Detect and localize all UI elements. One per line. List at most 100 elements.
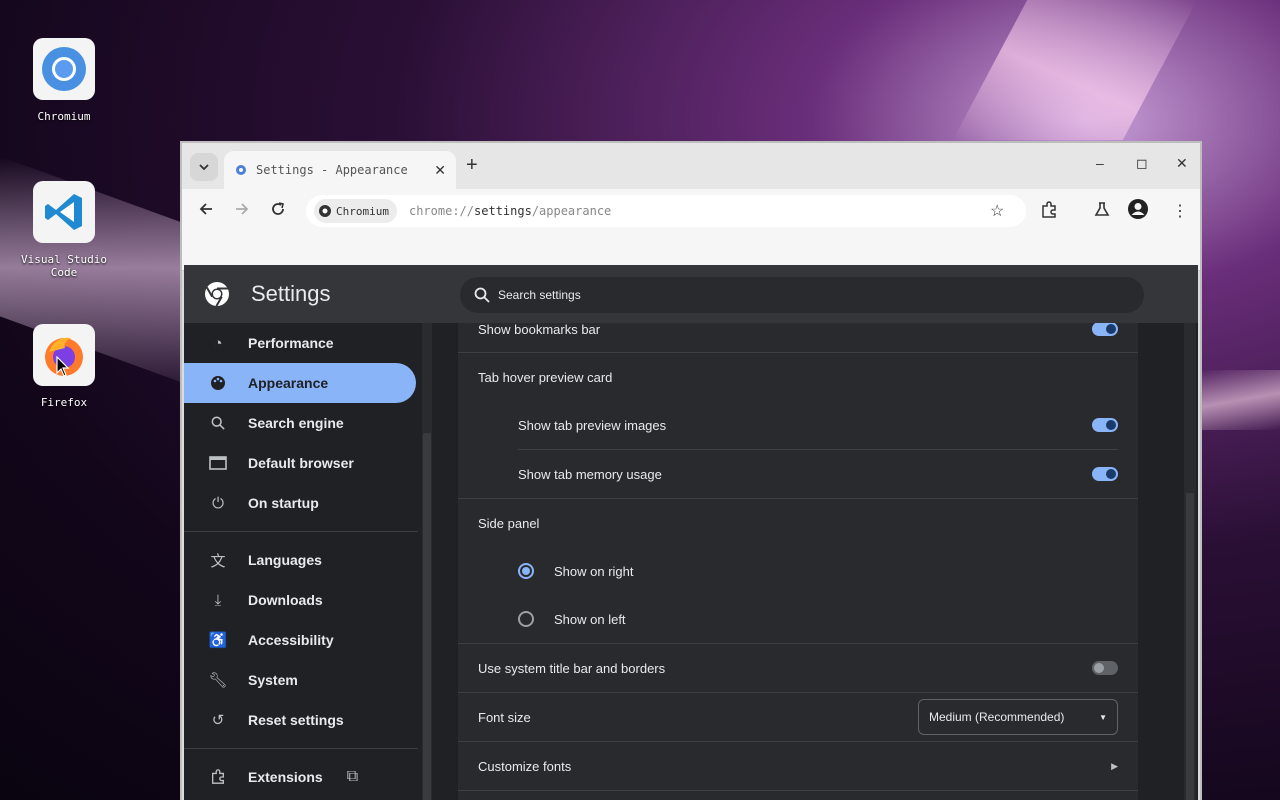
sidebar-item-search-engine[interactable]: Search engine bbox=[184, 403, 416, 443]
desktop-icon-vscode[interactable]: Visual Studio Code bbox=[14, 181, 114, 279]
extensions-icon[interactable] bbox=[1040, 201, 1058, 224]
sidebar-item-downloads[interactable]: ⤓ Downloads bbox=[184, 580, 416, 620]
forward-button[interactable] bbox=[234, 201, 250, 222]
show-tab-preview-images-row[interactable]: Show tab preview images bbox=[458, 401, 1138, 449]
system-title-bar-row[interactable]: Use system title bar and borders bbox=[458, 644, 1138, 692]
radio-label: Show on right bbox=[554, 563, 634, 579]
palette-icon bbox=[208, 375, 228, 391]
sidebar-item-reset-settings[interactable]: ↺ Reset settings bbox=[184, 700, 416, 740]
labs-flask-icon[interactable] bbox=[1094, 201, 1110, 222]
site-chip[interactable]: Chromium bbox=[314, 199, 397, 223]
new-tab-button[interactable]: + bbox=[466, 154, 478, 177]
sidebar-scrollbar[interactable] bbox=[422, 323, 432, 800]
speedometer-icon: ◔ bbox=[213, 334, 223, 352]
toolbar: Chromium chrome://settings/appearance ☆ … bbox=[182, 189, 1200, 233]
setting-label: Font size bbox=[478, 709, 531, 725]
reload-button[interactable] bbox=[270, 201, 286, 222]
close-window-button[interactable]: ✕ bbox=[1176, 155, 1188, 172]
url-text[interactable]: chrome://settings/appearance bbox=[409, 204, 611, 218]
maximize-button[interactable]: ◻ bbox=[1136, 155, 1148, 172]
url-host: settings bbox=[474, 204, 532, 218]
scrollbar-thumb[interactable] bbox=[423, 433, 431, 800]
tab-title: Settings - Appearance bbox=[256, 163, 408, 177]
show-on-left-option[interactable]: Show on left bbox=[458, 595, 1138, 643]
setting-label: Use system title bar and borders bbox=[478, 660, 666, 676]
accessibility-icon: ♿ bbox=[208, 632, 228, 649]
browser-window: Settings - Appearance ✕ + – ◻ ✕ Chromium… bbox=[180, 141, 1202, 800]
sidebar-item-label: On startup bbox=[248, 495, 319, 511]
customize-fonts-row[interactable]: Customize fonts ▶ bbox=[458, 742, 1138, 790]
show-on-right-radio[interactable] bbox=[518, 563, 534, 579]
site-chip-label: Chromium bbox=[336, 204, 389, 218]
puzzle-icon bbox=[1042, 201, 1056, 218]
sidebar-item-label: System bbox=[248, 672, 298, 688]
sidebar-item-on-startup[interactable]: ⏻ On startup bbox=[184, 483, 416, 523]
section-label: Side panel bbox=[478, 515, 540, 531]
gear-icon bbox=[236, 165, 246, 175]
settings-sidebar: ◔ Performance Appearance Search engine D… bbox=[184, 323, 432, 800]
sidebar-item-performance[interactable]: ◔ Performance bbox=[184, 323, 416, 363]
search-settings-input[interactable]: Search settings bbox=[460, 277, 1144, 313]
desktop-icon-label: Chromium bbox=[37, 110, 91, 123]
sidebar-item-extensions[interactable]: Extensions ⧉ bbox=[184, 757, 416, 797]
radio-label: Show on left bbox=[554, 611, 626, 627]
flask-icon bbox=[1094, 202, 1110, 216]
show-tab-memory-usage-toggle[interactable] bbox=[1092, 467, 1118, 481]
show-bookmarks-bar-row[interactable]: Show bookmarks bar bbox=[458, 323, 1138, 353]
sidebar-item-label: Accessibility bbox=[248, 632, 334, 648]
settings-header: Settings Search settings bbox=[184, 265, 1198, 323]
section-label: Tab hover preview card bbox=[478, 369, 613, 385]
search-icon bbox=[474, 287, 490, 303]
tab-settings-appearance[interactable]: Settings - Appearance ✕ bbox=[224, 151, 456, 189]
power-icon: ⏻ bbox=[212, 494, 224, 512]
show-tab-memory-usage-row[interactable]: Show tab memory usage bbox=[458, 450, 1138, 498]
chromium-logo-icon bbox=[319, 205, 331, 217]
dropdown-arrow-icon: ▼ bbox=[1099, 712, 1107, 722]
chevron-down-icon bbox=[199, 164, 209, 170]
search-icon bbox=[208, 416, 228, 430]
desktop-icon-label: Firefox bbox=[40, 396, 88, 409]
vscode-icon bbox=[33, 181, 95, 243]
sidebar-item-label: Performance bbox=[248, 335, 334, 351]
bookmark-star-icon[interactable]: ☆ bbox=[990, 201, 1004, 221]
setting-label: Show bookmarks bar bbox=[478, 323, 601, 337]
settings-page: Settings Search settings ◔ Performance A… bbox=[184, 265, 1198, 800]
chevron-right-icon: ▶ bbox=[1111, 760, 1118, 771]
sidebar-item-appearance[interactable]: Appearance bbox=[184, 363, 416, 403]
content-scrollbar[interactable] bbox=[1184, 323, 1196, 800]
browser-window-icon bbox=[208, 456, 228, 470]
sidebar-item-languages[interactable]: 文 Languages bbox=[184, 540, 416, 580]
puzzle-icon bbox=[208, 769, 228, 785]
close-tab-icon[interactable]: ✕ bbox=[434, 162, 446, 179]
sidebar-item-label: Downloads bbox=[248, 592, 323, 608]
profile-avatar-icon[interactable] bbox=[1128, 199, 1148, 224]
show-bookmarks-bar-toggle[interactable] bbox=[1092, 323, 1118, 336]
tab-hover-preview-header: Tab hover preview card bbox=[458, 353, 1138, 401]
desktop-icon-chromium[interactable]: Chromium bbox=[14, 38, 114, 123]
wallpaper-streak bbox=[952, 0, 1198, 140]
sidebar-item-label: Search engine bbox=[248, 415, 344, 431]
search-placeholder: Search settings bbox=[498, 288, 581, 302]
minimize-button[interactable]: – bbox=[1096, 155, 1104, 171]
show-tab-preview-images-toggle[interactable] bbox=[1092, 418, 1118, 432]
sidebar-item-accessibility[interactable]: ♿ Accessibility bbox=[184, 620, 416, 660]
sidebar-item-system[interactable]: 🔧︎ System bbox=[184, 660, 416, 700]
sidebar-divider bbox=[184, 531, 418, 532]
arrow-left-icon bbox=[199, 203, 212, 215]
show-on-right-option[interactable]: Show on right bbox=[458, 547, 1138, 595]
font-size-select[interactable]: Medium (Recommended) ▼ bbox=[918, 699, 1118, 735]
back-button[interactable] bbox=[198, 201, 214, 222]
system-title-bar-toggle[interactable] bbox=[1092, 661, 1118, 675]
address-bar[interactable]: Chromium chrome://settings/appearance bbox=[306, 195, 1026, 227]
sidebar-item-default-browser[interactable]: Default browser bbox=[184, 443, 416, 483]
show-on-left-radio[interactable] bbox=[518, 611, 534, 627]
reset-icon: ↺ bbox=[211, 712, 225, 729]
avatar-icon bbox=[1128, 199, 1148, 219]
menu-kebab-icon[interactable]: ⋮ bbox=[1172, 201, 1188, 221]
tab-search-button[interactable] bbox=[190, 153, 218, 181]
setting-label: Customize fonts bbox=[478, 758, 572, 774]
page-title: Settings bbox=[251, 281, 331, 306]
sidebar-divider bbox=[184, 748, 418, 749]
scrollbar-thumb[interactable] bbox=[1186, 493, 1194, 800]
setting-label: Show tab preview images bbox=[518, 417, 667, 433]
